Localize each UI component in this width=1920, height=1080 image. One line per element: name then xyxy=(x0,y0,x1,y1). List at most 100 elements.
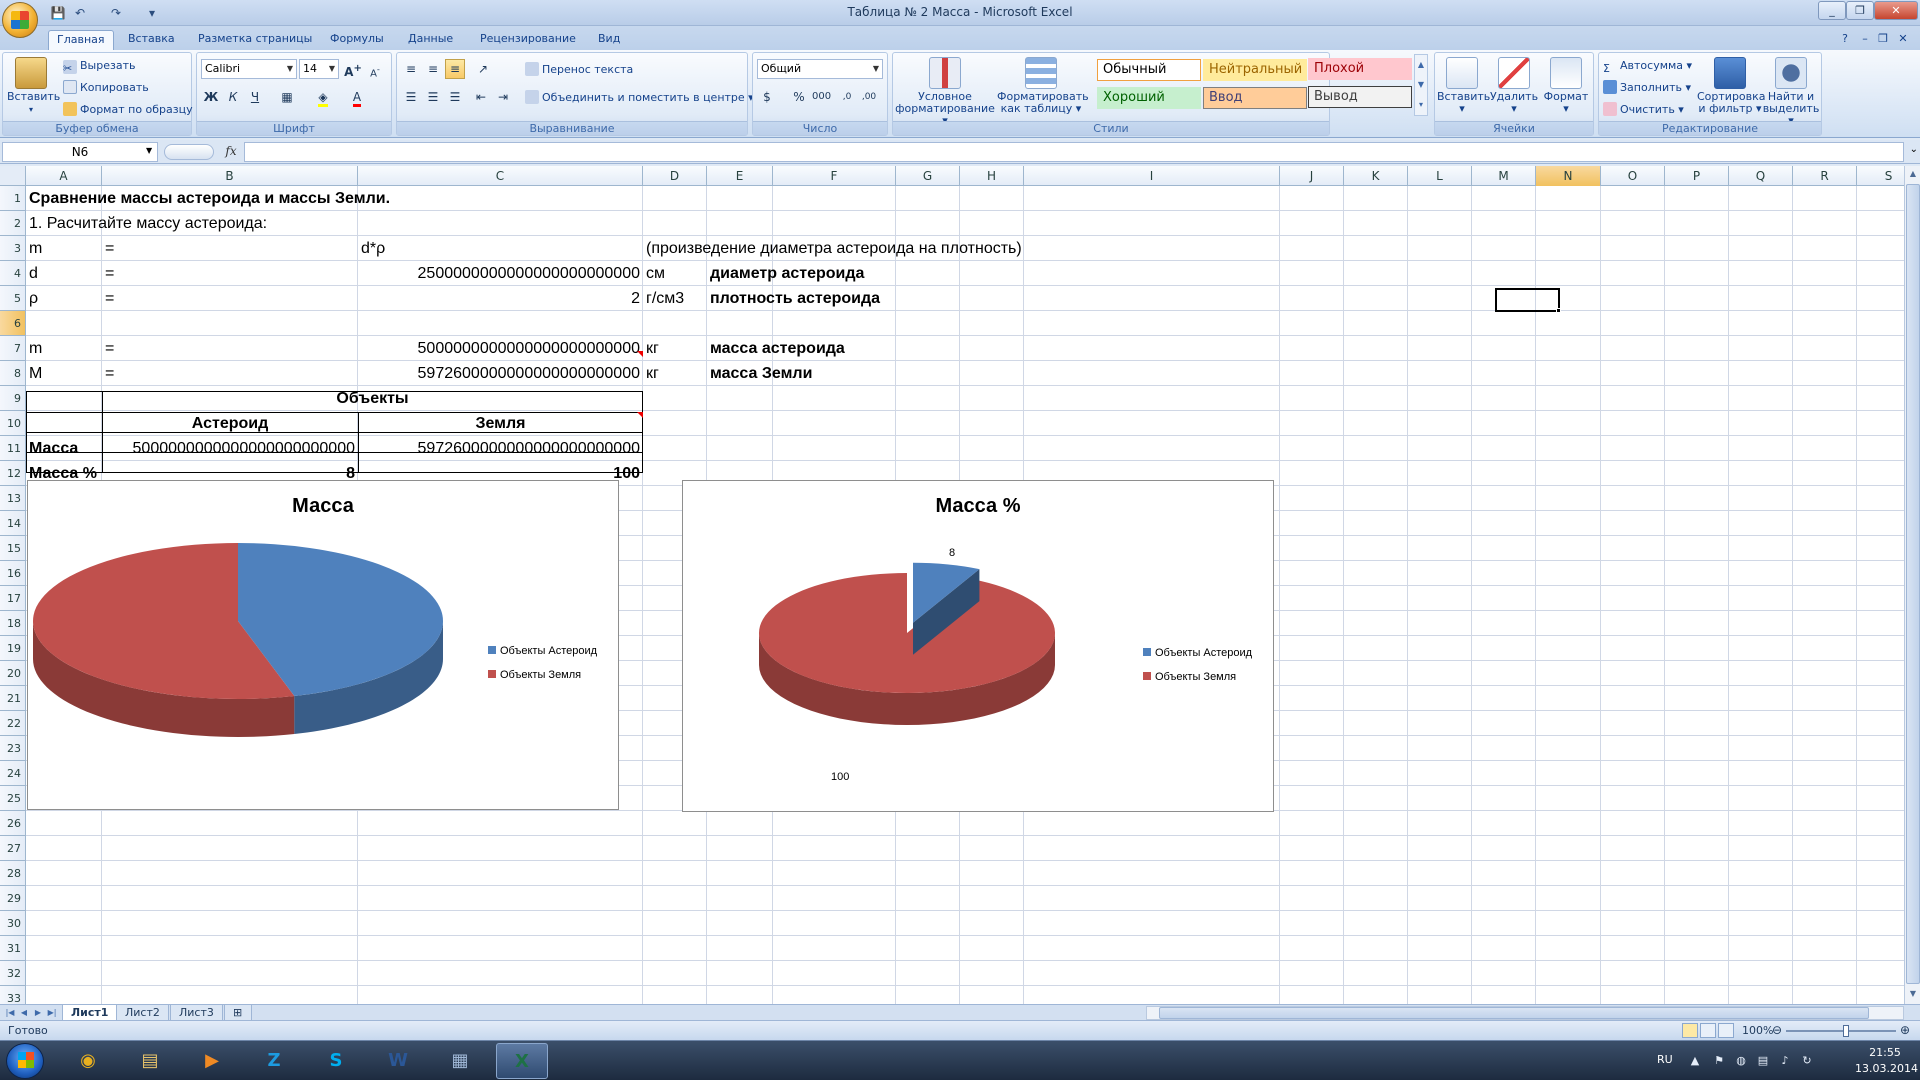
input-language[interactable]: RU xyxy=(1657,1053,1673,1066)
shrink-font-button[interactable]: A- xyxy=(365,59,385,79)
cell-c8[interactable]: 5972600000000000000000000 xyxy=(358,361,643,386)
style-normal[interactable]: Обычный xyxy=(1097,59,1201,81)
restore-button[interactable]: ❐ xyxy=(1846,1,1874,20)
column-header-d[interactable]: D xyxy=(643,166,707,186)
skype-taskbar-icon[interactable]: S xyxy=(310,1043,362,1079)
cell-a4[interactable]: d xyxy=(26,261,41,286)
row-header-10[interactable]: 10 xyxy=(0,411,26,436)
grow-font-button[interactable]: A+ xyxy=(343,59,363,79)
tab-view[interactable]: Вид xyxy=(590,30,628,50)
sort-filter-button[interactable]: Сортировка и фильтр ▾ xyxy=(1697,57,1766,115)
fill-handle[interactable] xyxy=(1556,308,1561,313)
row-header-19[interactable]: 19 xyxy=(0,636,26,661)
wrap-text-button[interactable]: Перенос текста xyxy=(525,61,633,79)
fill-color-button[interactable]: ◈ xyxy=(313,87,333,107)
column-header-k[interactable]: K xyxy=(1344,166,1408,186)
cell-d4[interactable]: см xyxy=(643,261,668,286)
row-header-25[interactable]: 25 xyxy=(0,786,26,811)
column-header-o[interactable]: O xyxy=(1601,166,1665,186)
row-header-28[interactable]: 28 xyxy=(0,861,26,886)
cell-a1[interactable]: Сравнение массы астероида и массы Земли. xyxy=(26,186,393,211)
insert-sheet-button[interactable]: ⊞ xyxy=(224,1005,252,1021)
column-header-m[interactable]: M xyxy=(1472,166,1536,186)
normal-view-button[interactable] xyxy=(1682,1023,1698,1038)
ribbon-minimize-icon[interactable]: – xyxy=(1858,32,1872,46)
format-as-table-button[interactable]: Форматировать как таблицу ▾ xyxy=(997,57,1089,115)
underline-button[interactable]: Ч xyxy=(245,87,265,107)
row-header-15[interactable]: 15 xyxy=(0,536,26,561)
scroll-up-icon[interactable]: ▲ xyxy=(1906,166,1920,182)
row-header-5[interactable]: 5 xyxy=(0,286,26,311)
chart-mass[interactable]: Масса Объекты Астероид Объекты Земля xyxy=(27,480,619,810)
italic-button[interactable]: К xyxy=(223,87,243,107)
media-player-taskbar-icon[interactable]: ▶ xyxy=(186,1043,238,1079)
cell-a2[interactable]: 1. Расчитайте массу астероида: xyxy=(26,211,270,236)
zoom-level[interactable]: 100% xyxy=(1742,1024,1773,1037)
expand-formula-icon[interactable]: ⌄ xyxy=(1910,144,1918,155)
paste-button[interactable]: Вставить ▾ xyxy=(7,57,60,116)
clock-date[interactable]: 13.03.2014 xyxy=(1855,1062,1918,1075)
office-button[interactable] xyxy=(2,2,38,38)
worksheet-grid[interactable]: ABCDEFGHIJKLMNOPQRS 1 2 3 4 5 6 7 8 9 10 11 12 13 14 1… xyxy=(0,166,1904,1004)
insert-function-button[interactable]: fx xyxy=(222,144,240,160)
row-header-14[interactable]: 14 xyxy=(0,511,26,536)
cell-a3[interactable]: m xyxy=(26,236,45,261)
column-header-b[interactable]: B xyxy=(102,166,358,186)
row-header-9[interactable]: 9 xyxy=(0,386,26,411)
percent-button[interactable]: % xyxy=(789,87,809,107)
vertical-scrollbar[interactable]: ▲ ▼ xyxy=(1904,166,1920,1004)
zoom-slider[interactable] xyxy=(1786,1030,1896,1032)
show-hidden-icons[interactable]: ▲ xyxy=(1688,1054,1702,1068)
next-sheet-icon[interactable]: ▶ xyxy=(32,1006,44,1020)
comment-indicator[interactable] xyxy=(637,412,643,418)
column-header-h[interactable]: H xyxy=(960,166,1024,186)
volume-icon[interactable]: ♪ xyxy=(1778,1054,1792,1068)
format-cells-button[interactable]: Формат ▾ xyxy=(1541,57,1591,115)
cell-d5[interactable]: г/см3 xyxy=(643,286,687,311)
tab-formulas[interactable]: Формулы xyxy=(322,30,392,50)
thousands-button[interactable]: 000 xyxy=(811,87,831,107)
horizontal-scroll-thumb[interactable] xyxy=(1159,1007,1869,1019)
tab-data[interactable]: Данные xyxy=(400,30,461,50)
row-header-12[interactable]: 12 xyxy=(0,461,26,486)
row-header-31[interactable]: 31 xyxy=(0,936,26,961)
zoom-slider-knob[interactable] xyxy=(1843,1025,1849,1037)
minimize-button[interactable]: _ xyxy=(1818,1,1846,20)
tab-insert[interactable]: Вставка xyxy=(120,30,183,50)
cell-a5[interactable]: ρ xyxy=(26,286,41,311)
row-header-1[interactable]: 1 xyxy=(0,186,26,211)
row-header-27[interactable]: 27 xyxy=(0,836,26,861)
sheet-tab-1[interactable]: Лист1 xyxy=(62,1005,118,1021)
column-header-a[interactable]: A xyxy=(26,166,102,186)
cell-d3[interactable]: (произведение диаметра астероида на плот… xyxy=(643,236,1025,261)
tab-review[interactable]: Рецензирование xyxy=(472,30,584,50)
cell-e5[interactable]: плотность астероида xyxy=(707,286,883,311)
row-header-21[interactable]: 21 xyxy=(0,686,26,711)
row-header-2[interactable]: 2 xyxy=(0,211,26,236)
vertical-scroll-thumb[interactable] xyxy=(1906,184,1920,984)
row-header-22[interactable]: 22 xyxy=(0,711,26,736)
page-layout-view-button[interactable] xyxy=(1700,1023,1716,1038)
horizontal-scrollbar[interactable] xyxy=(1146,1006,1904,1020)
z-app-taskbar-icon[interactable]: Z xyxy=(248,1043,300,1079)
name-box-dropdown-icon[interactable]: ▼ xyxy=(146,146,152,155)
calculator-taskbar-icon[interactable]: ▦ xyxy=(434,1043,486,1079)
row-header-16[interactable]: 16 xyxy=(0,561,26,586)
close-button[interactable]: ✕ xyxy=(1874,1,1918,20)
row-header-11[interactable]: 11 xyxy=(0,436,26,461)
sheet-tab-2[interactable]: Лист2 xyxy=(116,1005,169,1021)
network-icon[interactable]: ▤ xyxy=(1756,1054,1770,1068)
fill-button[interactable]: Заполнить ▾ xyxy=(1603,79,1691,97)
font-size-select[interactable]: 14 ▼ xyxy=(299,59,339,79)
cell-a7[interactable]: m xyxy=(26,336,45,361)
cell-c4[interactable]: 2500000000000000000000000 xyxy=(358,261,643,286)
decrease-decimal-button[interactable]: ,00 xyxy=(859,87,879,107)
zoom-in-icon[interactable]: ⊕ xyxy=(1900,1023,1910,1037)
cell-b3[interactable]: = xyxy=(102,236,117,261)
find-select-button[interactable]: Найти и выделить ▾ xyxy=(1761,57,1821,127)
scroll-down-icon[interactable]: ▼ xyxy=(1906,986,1920,1002)
ribbon-restore-icon[interactable]: ❐ xyxy=(1876,32,1890,46)
increase-decimal-button[interactable]: ,0 xyxy=(837,87,857,107)
column-header-l[interactable]: L xyxy=(1408,166,1472,186)
row-header-30[interactable]: 30 xyxy=(0,911,26,936)
